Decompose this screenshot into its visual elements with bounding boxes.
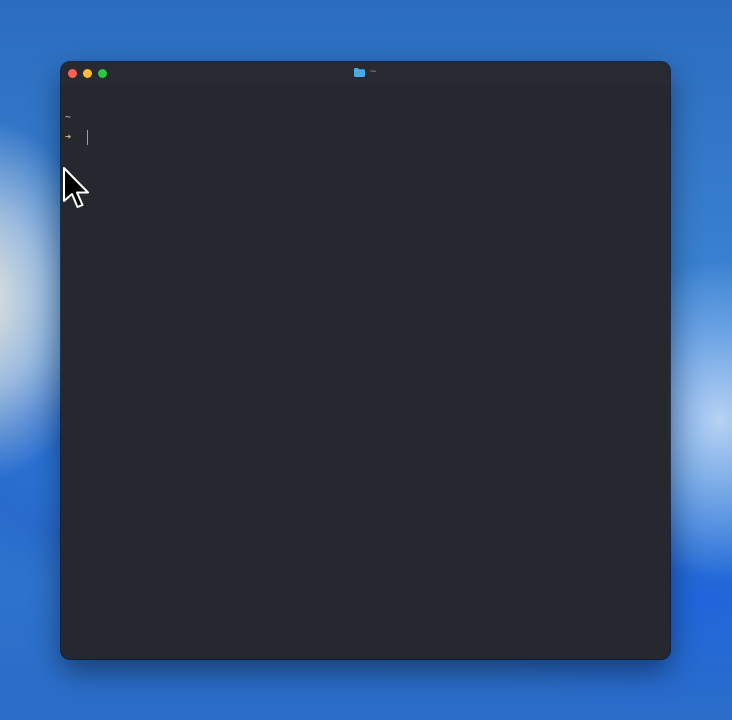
window-title: ~ xyxy=(61,67,670,77)
prompt-arrow-icon: ➜ xyxy=(65,131,72,143)
folder-icon xyxy=(354,67,366,77)
terminal-window[interactable]: ~ ~ ➜ xyxy=(61,62,670,659)
prompt-line[interactable]: ➜ xyxy=(65,130,89,145)
text-cursor xyxy=(87,130,89,145)
window-titlebar[interactable]: ~ xyxy=(61,62,670,86)
window-title-text: ~ xyxy=(369,67,377,77)
mouse-pointer-icon xyxy=(63,167,91,211)
terminal-body[interactable]: ~ ➜ xyxy=(61,86,670,659)
cwd-line: ~ xyxy=(65,112,72,123)
